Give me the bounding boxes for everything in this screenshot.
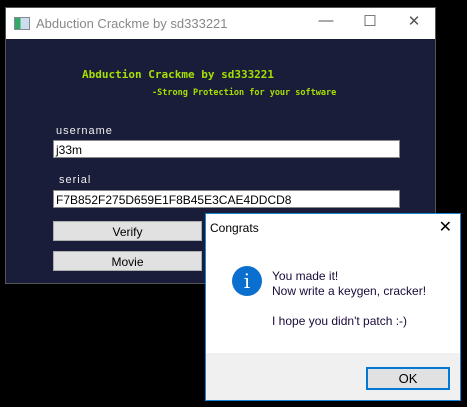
dialog-footer: OK bbox=[206, 353, 460, 400]
info-icon: i bbox=[232, 266, 262, 296]
serial-input[interactable]: F7B852F275D659E1F8B45E3CAE4DDCD8 bbox=[53, 190, 400, 208]
username-label: username bbox=[56, 125, 113, 137]
movie-button[interactable]: Movie bbox=[53, 251, 202, 271]
message-line-1: You made it! bbox=[272, 269, 339, 283]
ok-button[interactable]: OK bbox=[366, 367, 450, 390]
dialog-title: Congrats bbox=[210, 221, 259, 235]
close-button[interactable]: ✕ bbox=[404, 12, 424, 30]
maximize-button[interactable]: ☐ bbox=[360, 12, 380, 30]
serial-label: serial bbox=[59, 174, 92, 186]
dialog-close-button[interactable]: ✕ bbox=[439, 217, 452, 237]
app-icon bbox=[14, 17, 30, 30]
message-line-3: I hope you didn't patch :-) bbox=[272, 314, 408, 328]
verify-button[interactable]: Verify bbox=[53, 221, 202, 241]
window-title: Abduction Crackme by sd333221 bbox=[36, 16, 228, 31]
minimize-button[interactable]: — bbox=[316, 12, 336, 29]
message-line-2: Now write a keygen, cracker! bbox=[272, 284, 427, 298]
title-bar: Abduction Crackme by sd333221 — ☐ ✕ bbox=[6, 8, 435, 39]
app-subheading: -Strong Protection for your software bbox=[152, 88, 337, 98]
username-input[interactable]: j33m bbox=[53, 140, 400, 158]
congrats-dialog: Congrats ✕ i You made it! Now write a ke… bbox=[205, 213, 461, 401]
app-heading: Abduction Crackme by sd333221 bbox=[82, 68, 275, 81]
